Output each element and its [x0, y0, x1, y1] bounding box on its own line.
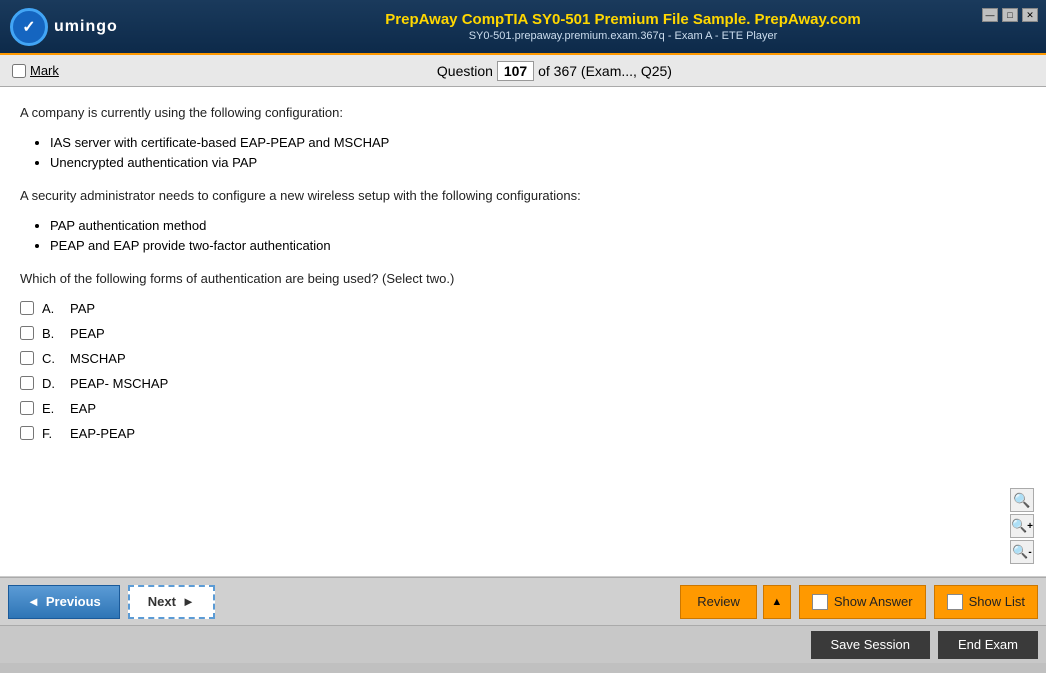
maximize-button[interactable]: □ — [1002, 8, 1018, 22]
logo-circle: ✓ — [10, 8, 48, 46]
option-text-d: PEAP- MSCHAP — [70, 376, 168, 391]
title-center: PrepAway CompTIA SY0-501 Premium File Sa… — [210, 11, 1036, 42]
question-number-box: 107 — [497, 61, 534, 81]
config-item-2: Unencrypted authentication via PAP — [50, 153, 1026, 174]
config-bullet-list: IAS server with certificate-based EAP-PE… — [50, 133, 1026, 175]
option-row-f: F. EAP-PEAP — [20, 426, 1026, 441]
option-row-d: D. PEAP- MSCHAP — [20, 376, 1026, 391]
review-label: Review — [697, 594, 740, 609]
question-intro: A company is currently using the followi… — [20, 103, 1026, 123]
question-label: Question — [437, 63, 493, 79]
setup-item-2: PEAP and EAP provide two-factor authenti… — [50, 236, 1026, 257]
dropdown-arrow-icon: ▲ — [771, 596, 782, 608]
title-bar: ✓ umingo PrepAway CompTIA SY0-501 Premiu… — [0, 0, 1046, 55]
option-checkbox-f[interactable] — [20, 426, 34, 440]
mark-label[interactable]: Mark — [30, 63, 59, 78]
bottom-nav: ◄ Previous Next ► Review ▲ Show Answer S… — [0, 577, 1046, 625]
prev-arrow-icon: ◄ — [27, 594, 40, 609]
setup-item-1: PAP authentication method — [50, 216, 1026, 237]
option-letter-e: E. — [42, 401, 62, 416]
review-button[interactable]: Review — [680, 585, 757, 619]
close-button[interactable]: ✕ — [1022, 8, 1038, 22]
main-content: A company is currently using the followi… — [0, 87, 1046, 577]
option-text-a: PAP — [70, 301, 95, 316]
option-row-a: A. PAP — [20, 301, 1026, 316]
option-row-c: C. MSCHAP — [20, 351, 1026, 366]
previous-label: Previous — [46, 594, 101, 609]
end-exam-button[interactable]: End Exam — [938, 631, 1038, 659]
logo-area: ✓ umingo — [10, 8, 210, 46]
option-letter-f: F. — [42, 426, 62, 441]
zoom-controls: 🔍 🔍+ 🔍- — [1010, 488, 1034, 564]
option-letter-c: C. — [42, 351, 62, 366]
show-list-button[interactable]: Show List — [934, 585, 1038, 619]
app-subtitle: SY0-501.prepaway.premium.exam.367q - Exa… — [210, 30, 1036, 42]
option-row-b: B. PEAP — [20, 326, 1026, 341]
option-checkbox-a[interactable] — [20, 301, 34, 315]
option-checkbox-b[interactable] — [20, 326, 34, 340]
save-session-button[interactable]: Save Session — [811, 631, 931, 659]
option-letter-a: A. — [42, 301, 62, 316]
option-text-c: MSCHAP — [70, 351, 126, 366]
next-arrow-icon: ► — [182, 594, 195, 609]
session-bar: Save Session End Exam — [0, 625, 1046, 663]
mark-checkbox[interactable] — [12, 64, 26, 78]
show-list-label: Show List — [969, 594, 1025, 609]
logo-checkmark: ✓ — [22, 17, 35, 37]
option-row-e: E. EAP — [20, 401, 1026, 416]
option-checkbox-c[interactable] — [20, 351, 34, 365]
show-list-checkbox — [947, 594, 963, 610]
question-setup: A security administrator needs to config… — [20, 186, 1026, 206]
previous-button[interactable]: ◄ Previous — [8, 585, 120, 619]
logo-text: umingo — [54, 18, 118, 36]
show-answer-label: Show Answer — [834, 594, 913, 609]
next-button[interactable]: Next ► — [128, 585, 215, 619]
option-text-e: EAP — [70, 401, 96, 416]
setup-bullet-list: PAP authentication method PEAP and EAP p… — [50, 216, 1026, 258]
option-text-b: PEAP — [70, 326, 105, 341]
show-answer-checkbox — [812, 594, 828, 610]
question-prompt: Which of the following forms of authenti… — [20, 269, 1026, 289]
mark-area[interactable]: Mark — [12, 63, 59, 78]
search-button[interactable]: 🔍 — [1010, 488, 1034, 512]
show-answer-button[interactable]: Show Answer — [799, 585, 926, 619]
toolbar: Mark Question 107 of 367 (Exam..., Q25) — [0, 55, 1046, 87]
app-title: PrepAway CompTIA SY0-501 Premium File Sa… — [210, 11, 1036, 28]
review-dropdown-button[interactable]: ▲ — [763, 585, 791, 619]
zoom-in-button[interactable]: 🔍+ — [1010, 514, 1034, 538]
config-item-1: IAS server with certificate-based EAP-PE… — [50, 133, 1026, 154]
question-info: Question 107 of 367 (Exam..., Q25) — [75, 61, 1034, 81]
minimize-button[interactable]: — — [982, 8, 998, 22]
option-letter-d: D. — [42, 376, 62, 391]
option-checkbox-e[interactable] — [20, 401, 34, 415]
next-label: Next — [148, 594, 176, 609]
window-controls[interactable]: — □ ✕ — [982, 8, 1038, 22]
option-letter-b: B. — [42, 326, 62, 341]
zoom-out-button[interactable]: 🔍- — [1010, 540, 1034, 564]
option-checkbox-d[interactable] — [20, 376, 34, 390]
answer-options: A. PAP B. PEAP C. MSCHAP D. PEAP- MSCHAP… — [20, 301, 1026, 441]
question-total: of 367 (Exam..., Q25) — [538, 63, 672, 79]
option-text-f: EAP-PEAP — [70, 426, 135, 441]
